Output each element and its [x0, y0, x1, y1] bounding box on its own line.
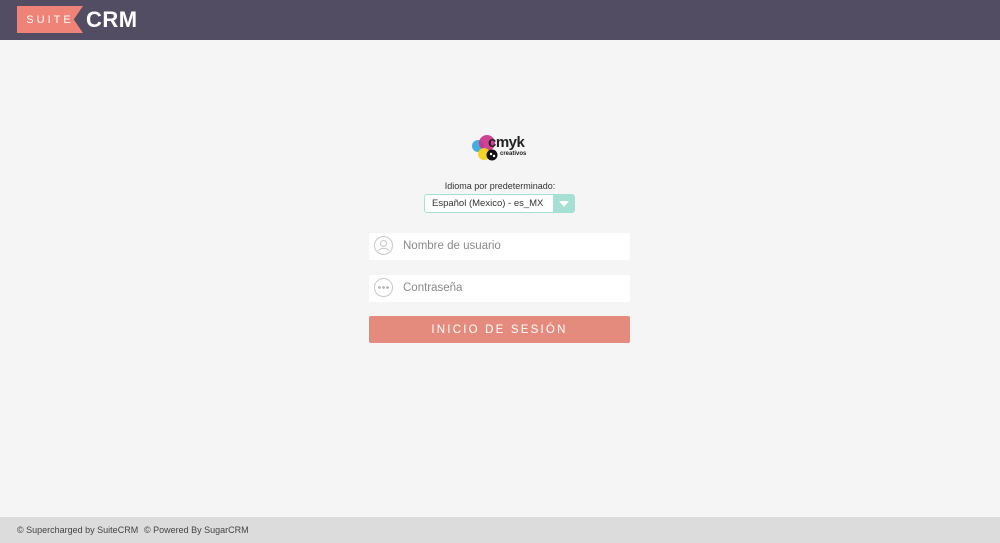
- language-select[interactable]: Español (Mexico) - es_MX: [424, 194, 575, 213]
- username-input[interactable]: [403, 237, 623, 255]
- footer-suitecrm-link[interactable]: © Supercharged by SuiteCRM: [17, 525, 138, 535]
- user-icon: [374, 236, 393, 255]
- suitecrm-logo[interactable]: SUITE CRM: [17, 6, 138, 33]
- login-button[interactable]: INICIO DE SESIÓN: [369, 316, 630, 343]
- language-selected-value: Español (Mexico) - es_MX: [432, 198, 544, 209]
- company-logo: cmyk creativos: [470, 133, 530, 163]
- password-input[interactable]: [403, 279, 623, 297]
- username-field[interactable]: [369, 233, 630, 260]
- language-label: Idioma por predeterminado:: [444, 181, 556, 191]
- brand-crm-text: CRM: [86, 6, 138, 32]
- language-dropdown-arrow[interactable]: [553, 195, 574, 212]
- brand-suite-text: SUITE: [17, 6, 83, 33]
- logo-subtext: creativos: [500, 151, 527, 157]
- logo-text: cmyk: [488, 134, 525, 151]
- password-dots-icon: [374, 278, 393, 297]
- top-bar: SUITE CRM: [0, 0, 1000, 40]
- footer: © Supercharged by SuiteCRM © Powered By …: [0, 517, 1000, 543]
- chevron-down-icon: [558, 200, 569, 207]
- footer-sugarcrm-link[interactable]: © Powered By SugarCRM: [144, 525, 249, 535]
- password-field[interactable]: [369, 275, 630, 302]
